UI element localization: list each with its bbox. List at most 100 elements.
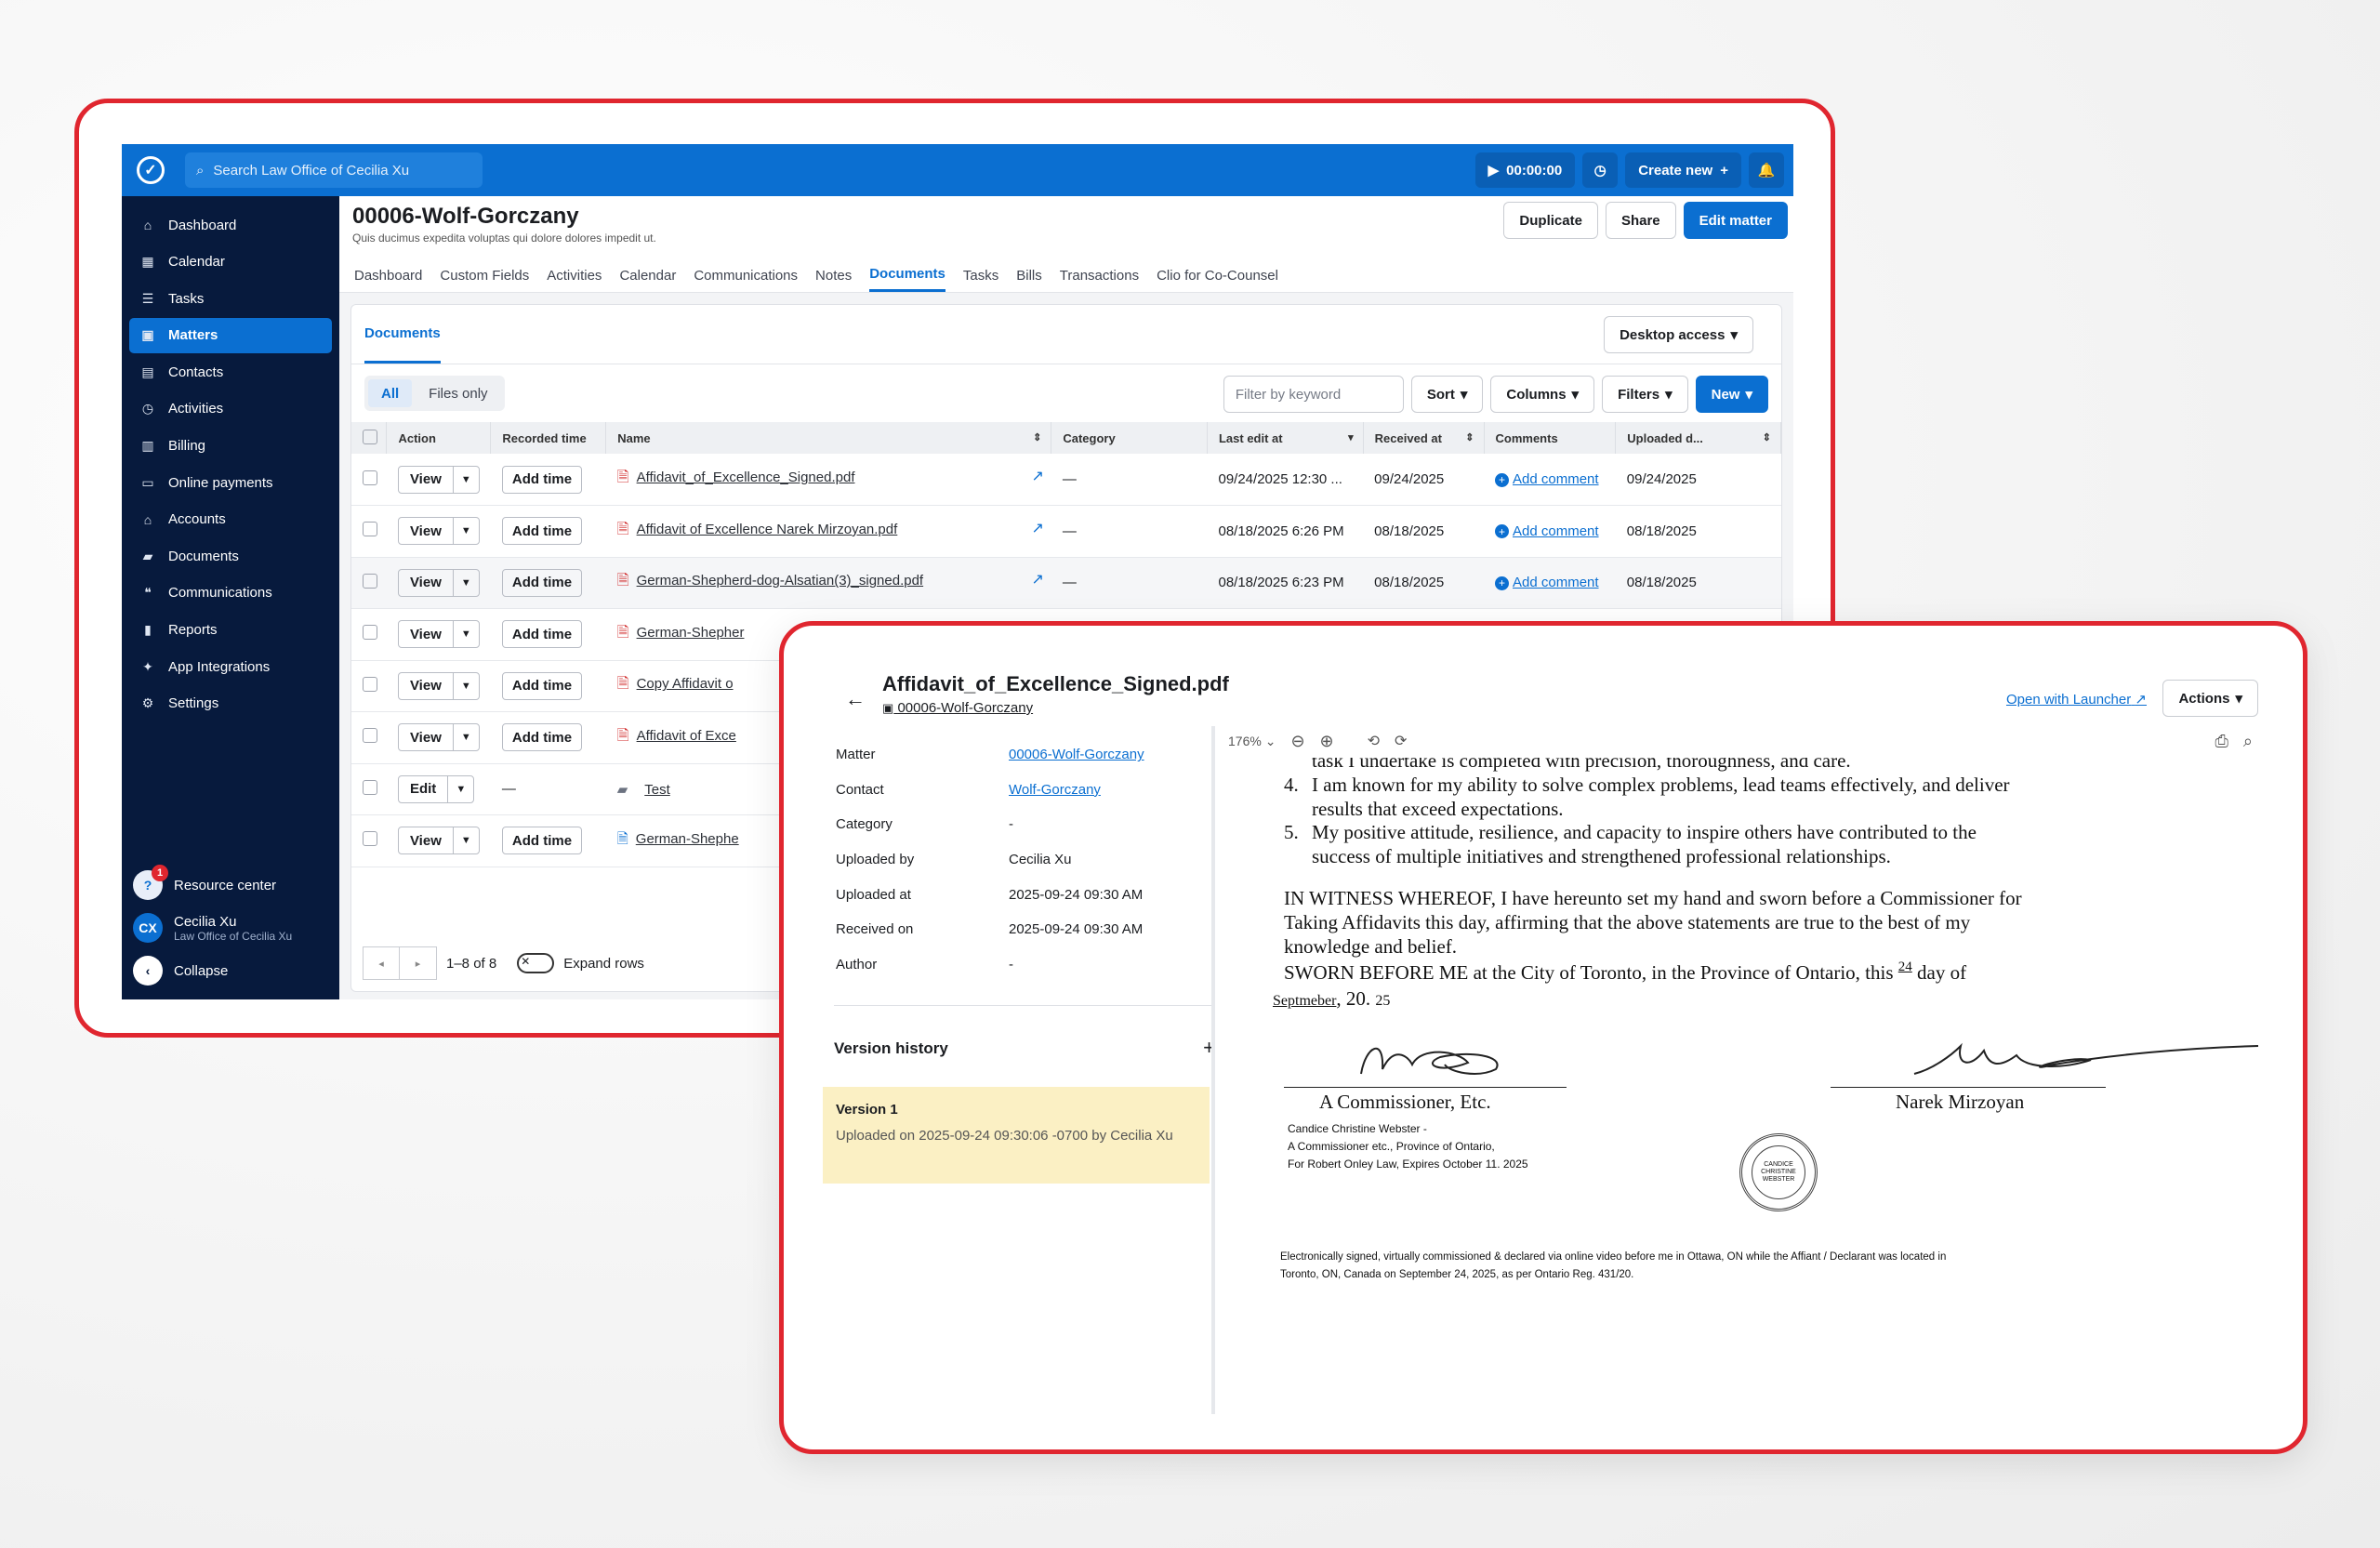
column-header[interactable]: Action — [386, 422, 492, 454]
table-row[interactable]: View ▼ Add time 🗎 German-Shepherd-dog-Alsati… — [351, 557, 1781, 609]
tab-communications[interactable]: Communications — [694, 258, 798, 292]
add-time-button[interactable]: Add time — [501, 517, 583, 546]
open-with-launcher-link[interactable]: Open with Launcher ↗ — [2006, 691, 2147, 708]
caret-down-icon[interactable]: ▼ — [452, 672, 479, 699]
action-split-button[interactable]: View ▼ — [397, 671, 480, 700]
action-split-button[interactable]: View ▼ — [397, 568, 480, 597]
caret-down-icon[interactable]: ▼ — [452, 827, 479, 854]
caret-down-icon[interactable]: ▼ — [452, 518, 479, 545]
resource-center-button[interactable]: ? 1 Resource center — [129, 864, 332, 906]
next-page-button[interactable]: ▸ — [400, 946, 437, 980]
caret-down-icon[interactable]: ▼ — [452, 621, 479, 648]
tab-activities[interactable]: Activities — [547, 258, 602, 292]
external-link-icon[interactable]: ↗ — [1031, 519, 1043, 537]
column-header[interactable]: Name ⇕ — [605, 422, 1052, 454]
add-comment-link[interactable]: + Add comment — [1495, 575, 1599, 590]
action-split-button[interactable]: View ▼ — [397, 465, 480, 494]
tab-documents[interactable]: Documents — [869, 258, 945, 292]
file-name-link[interactable]: Affidavit of Exce — [637, 728, 736, 744]
sidebar-item-settings[interactable]: ⚙ Settings — [129, 686, 332, 721]
action-split-button[interactable]: View ▼ — [397, 723, 480, 752]
tab-tasks[interactable]: Tasks — [963, 258, 998, 292]
add-comment-link[interactable]: + Add comment — [1495, 523, 1599, 539]
sidebar-item-documents[interactable]: ▰ Documents — [129, 538, 332, 574]
external-link-icon[interactable]: ↗ — [1031, 570, 1043, 589]
tab-documents[interactable]: Documents — [364, 305, 441, 364]
sidebar-item-contacts[interactable]: ▤ Contacts — [129, 354, 332, 390]
user-profile[interactable]: CX Cecilia Xu Law Office of Cecilia Xu — [129, 906, 332, 949]
print-icon[interactable]: ⎙ — [2215, 732, 2228, 751]
file-name-link[interactable]: German-Shephe — [636, 831, 739, 847]
row-checkbox[interactable] — [363, 625, 377, 641]
file-name-link[interactable]: Copy Affidavit o — [637, 676, 734, 692]
sidebar-item-online-payments[interactable]: ▭ Online payments — [129, 465, 332, 500]
back-arrow-icon[interactable]: ← — [845, 687, 866, 711]
file-name-link[interactable]: German-Shepherd-dog-Alsatian(3)_signed.p… — [637, 573, 924, 589]
sidebar-item-app-integrations[interactable]: ✦ App Integrations — [129, 649, 332, 684]
tab-dashboard[interactable]: Dashboard — [354, 258, 422, 292]
document-matter-link[interactable]: ▣ 00006-Wolf-Gorczany — [882, 700, 1033, 716]
add-time-button[interactable]: Add time — [501, 568, 583, 597]
sort-icon[interactable]: ▾ — [1348, 431, 1354, 443]
tab-bills[interactable]: Bills — [1016, 258, 1042, 292]
tab-custom-fields[interactable]: Custom Fields — [440, 258, 529, 292]
add-time-button[interactable]: Add time — [501, 620, 583, 649]
sidebar-item-communications[interactable]: ❝ Communications — [129, 576, 332, 611]
sort-icon[interactable]: ⇕ — [1763, 431, 1771, 443]
sidebar-item-calendar[interactable]: ▦ Calendar — [129, 245, 332, 280]
table-row[interactable]: View ▼ Add time 🗎 Affidavit_of_Excellence_Si… — [351, 454, 1781, 506]
sidebar-item-billing[interactable]: ▥ Billing — [129, 429, 332, 464]
new-document-button[interactable]: New ▾ — [1695, 376, 1768, 413]
create-new-button[interactable]: Create new + — [1625, 152, 1741, 188]
rotate-left-icon[interactable]: ⟲ — [1368, 732, 1380, 750]
tab-transactions[interactable]: Transactions — [1060, 258, 1139, 292]
prev-page-button[interactable]: ◂ — [363, 946, 400, 980]
add-time-button[interactable]: Add time — [501, 671, 583, 700]
tab-clio-for-co-counsel[interactable]: Clio for Co-Counsel — [1157, 258, 1278, 292]
filters-button[interactable]: Filters ▾ — [1602, 376, 1688, 413]
sort-icon[interactable]: ⇕ — [1033, 431, 1041, 443]
search-icon[interactable]: ⌕ — [2243, 732, 2253, 751]
file-name-link[interactable]: Affidavit_of_Excellence_Signed.pdf — [637, 470, 855, 485]
sidebar-item-accounts[interactable]: ⌂ Accounts — [129, 502, 332, 537]
clio-logo-icon[interactable]: ✓ — [137, 156, 165, 184]
action-split-button[interactable]: View ▼ — [397, 620, 480, 649]
sort-button[interactable]: Sort ▾ — [1410, 376, 1484, 413]
caret-down-icon[interactable]: ▼ — [452, 569, 479, 596]
tab-calendar[interactable]: Calendar — [619, 258, 676, 292]
file-name-link[interactable]: German-Shepher — [637, 625, 745, 641]
detail-value[interactable]: Wolf-Gorczany — [1009, 782, 1101, 798]
row-checkbox[interactable] — [363, 676, 377, 692]
add-time-button[interactable]: Add time — [501, 465, 583, 494]
actions-button[interactable]: Actions ▾ — [2162, 680, 2258, 717]
clock-button[interactable]: ◷ — [1582, 152, 1619, 188]
sidebar-item-dashboard[interactable]: ⌂ Dashboard — [129, 207, 332, 243]
zoom-in-icon[interactable]: ⊕ — [1320, 732, 1334, 751]
column-header[interactable]: Category — [1051, 422, 1208, 454]
file-name-link[interactable]: Affidavit of Excellence Narek Mirzoyan.p… — [637, 522, 898, 537]
timer-button[interactable]: ▶ 00:00:00 — [1474, 152, 1576, 188]
sidebar-item-activities[interactable]: ◷ Activities — [129, 391, 332, 427]
detail-value[interactable]: 00006-Wolf-Gorczany — [1009, 747, 1144, 762]
column-header[interactable]: Last edit at ▾ — [1207, 422, 1364, 454]
caret-down-icon[interactable]: ▼ — [452, 466, 479, 493]
segment-files-only[interactable]: Files only — [416, 379, 500, 407]
search-input[interactable]: ⌕ Search Law Office of Cecilia Xu — [185, 152, 483, 188]
columns-button[interactable]: Columns ▾ — [1490, 376, 1595, 413]
action-split-button[interactable]: Edit ▼ — [397, 774, 475, 803]
action-split-button[interactable]: View ▼ — [397, 827, 480, 855]
file-name-link[interactable]: Test — [644, 782, 670, 798]
filter-keyword-input[interactable]: Filter by keyword — [1223, 376, 1404, 413]
collapse-button[interactable]: ‹ Collapse — [129, 949, 332, 992]
zoom-select[interactable]: 176% ⌄ — [1228, 734, 1276, 749]
column-header[interactable]: Uploaded d... ⇕ — [1615, 422, 1781, 454]
notifications-button[interactable]: 🔔 — [1749, 152, 1784, 188]
row-checkbox[interactable] — [363, 522, 377, 537]
column-header[interactable]: Recorded time — [490, 422, 607, 454]
sidebar-item-reports[interactable]: ▮ Reports — [129, 613, 332, 648]
version-item[interactable]: Version 1 Uploaded on 2025-09-24 09:30:0… — [823, 1087, 1210, 1184]
panel-divider[interactable] — [1211, 726, 1215, 1414]
rotate-right-icon[interactable]: ⟳ — [1395, 732, 1407, 750]
row-checkbox[interactable] — [363, 573, 377, 589]
external-link-icon[interactable]: ↗ — [1031, 467, 1043, 485]
